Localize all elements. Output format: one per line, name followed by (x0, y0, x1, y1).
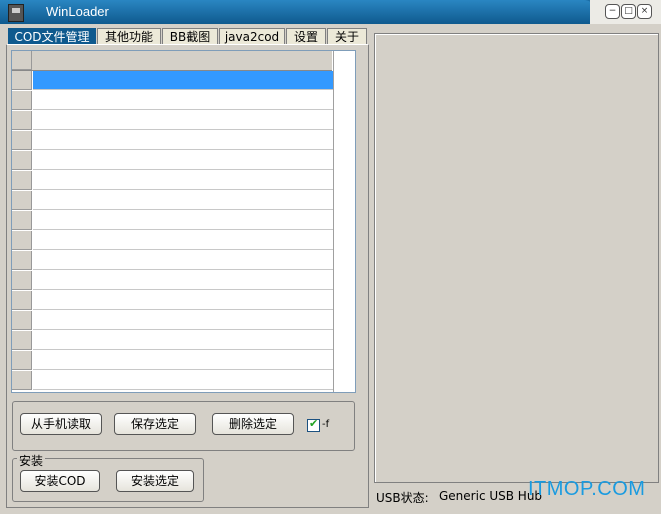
grid-row[interactable] (33, 151, 333, 170)
device-info-panel (374, 33, 659, 483)
usb-status-label: USB状态: (376, 491, 429, 505)
window-title: WinLoader (46, 4, 109, 19)
grid-row[interactable] (33, 371, 333, 390)
grid-row[interactable] (33, 311, 333, 330)
grid-row-header[interactable] (12, 311, 32, 330)
close-button[interactable]: × (637, 4, 652, 19)
grid-row-header[interactable] (12, 111, 32, 130)
grid-row-header[interactable] (12, 171, 32, 190)
grid-row-header[interactable] (12, 91, 32, 110)
minimize-button[interactable]: − (605, 4, 620, 19)
close-icon: × (640, 6, 649, 16)
save-selected-button[interactable]: 保存选定 (114, 413, 196, 435)
tab-other-functions[interactable]: 其他功能 (97, 28, 161, 45)
site-watermark: ITMOP.COM (528, 478, 646, 500)
minimize-icon: − (608, 6, 617, 16)
tab-java2cod[interactable]: java2cod (219, 28, 285, 45)
force-checkbox[interactable]: ✔ (307, 417, 320, 432)
grid-row[interactable] (33, 351, 333, 370)
grid-row[interactable] (33, 291, 333, 310)
grid-row-header[interactable] (12, 271, 32, 290)
maximize-button[interactable]: □ (621, 4, 636, 19)
grid-row-header[interactable] (12, 231, 32, 250)
grid-row[interactable] (33, 171, 333, 190)
maximize-icon: □ (624, 6, 633, 16)
grid-row-header[interactable] (12, 331, 32, 350)
grid-row-header[interactable] (12, 291, 32, 310)
grid-row-header-column (12, 51, 32, 392)
read-from-phone-button[interactable]: 从手机读取 (20, 413, 102, 435)
grid-row[interactable] (33, 191, 333, 210)
grid-row-header[interactable] (12, 251, 32, 270)
grid-row[interactable] (33, 271, 333, 290)
grid-header (12, 51, 332, 71)
grid-row-header[interactable] (12, 191, 32, 210)
install-group-label: 安装 (17, 452, 46, 469)
grid-row[interactable] (33, 111, 333, 130)
grid-row-header[interactable] (12, 71, 32, 90)
grid-right-edge (333, 51, 334, 392)
tab-about[interactable]: 关于 (327, 28, 367, 45)
tab-bb-screenshot[interactable]: BB截图 (162, 28, 218, 45)
tab-cod-file-management[interactable]: COD文件管理 (8, 28, 96, 45)
grid-row-header[interactable] (12, 371, 32, 390)
cod-file-grid[interactable] (11, 50, 356, 393)
grid-row-header[interactable] (12, 351, 32, 370)
install-selected-button[interactable]: 安装选定 (116, 470, 194, 492)
grid-row[interactable] (33, 211, 333, 230)
grid-row[interactable] (33, 251, 333, 270)
grid-corner-cell[interactable] (12, 51, 32, 70)
tab-settings[interactable]: 设置 (286, 28, 326, 45)
usb-status-value: Generic USB Hub (439, 489, 543, 503)
grid-row-header[interactable] (12, 131, 32, 150)
checkmark-icon: ✔ (309, 417, 319, 430)
grid-row[interactable] (33, 91, 333, 110)
delete-selected-button[interactable]: 删除选定 (212, 413, 294, 435)
install-cod-button[interactable]: 安装COD (20, 470, 100, 492)
grid-row[interactable] (33, 231, 333, 250)
grid-row-header[interactable] (12, 211, 32, 230)
grid-row-header[interactable] (12, 151, 32, 170)
grid-row[interactable] (33, 131, 333, 150)
force-checkbox-label: -f (322, 419, 330, 430)
grid-row-selected[interactable] (33, 71, 333, 90)
app-icon[interactable] (8, 4, 24, 22)
grid-row[interactable] (33, 331, 333, 350)
